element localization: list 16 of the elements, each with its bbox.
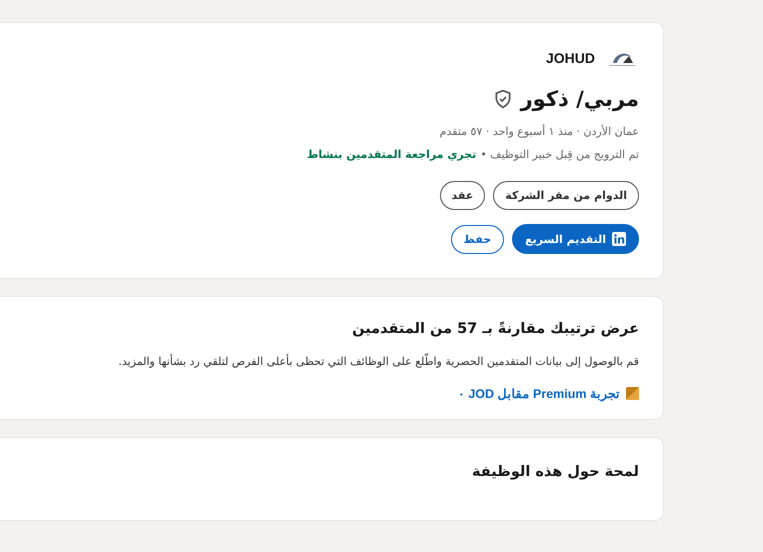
premium-trial-link[interactable]: تجربة Premium مقابل JOD ٠: [458, 386, 620, 401]
job-title: مربي/ ذكور: [520, 87, 639, 111]
premium-description: قم بالوصول إلى بيانات المتقدمين الحصرية واطّلع على الوظائف التي تحظى بأعلى الفرص لتلقي رد بشأنها والمزيد.: [118, 355, 639, 368]
linkedin-icon: [612, 232, 626, 246]
promoted-text: تم الترويج من قِبل خبير التوظيف •: [480, 148, 639, 161]
company-name: JOHUD: [546, 50, 595, 66]
job-tag: عقد: [440, 181, 486, 210]
premium-icon: [626, 387, 639, 400]
premium-heading: عرض ترتيبك مقارنةً بـ 57 من المتقدمين: [351, 321, 639, 337]
about-heading: لمحة حول هذه الوظيفة: [471, 464, 639, 480]
verified-shield-icon: [492, 89, 513, 109]
save-button[interactable]: حفظ: [450, 224, 504, 254]
job-meta: عمان الأردن · منذ ١ أسبوع واحد · ٥٧ متقدم: [440, 125, 639, 138]
job-tag: الدوام من مقر الشركة: [493, 181, 639, 210]
activity-text: تجري مراجعة المتقدمين بنشاط: [307, 148, 476, 161]
easy-apply-button[interactable]: التقديم السريع: [512, 224, 639, 254]
